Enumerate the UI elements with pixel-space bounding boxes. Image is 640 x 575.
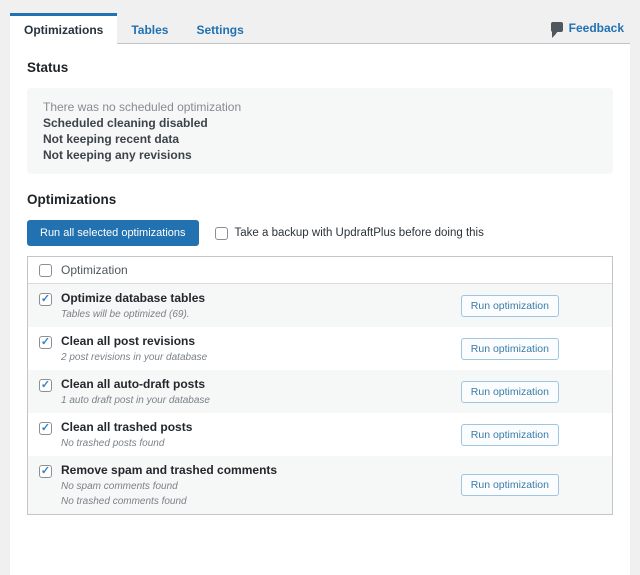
row-checkbox[interactable] <box>39 422 52 435</box>
optimization-note: No trashed posts found <box>61 438 451 449</box>
backup-checkbox[interactable] <box>215 227 228 240</box>
optimizations-table: Optimization Optimize database tables Tab… <box>27 256 613 515</box>
optimization-row: Clean all auto-draft posts 1 auto draft p… <box>28 370 612 413</box>
optimization-title: Clean all auto-draft posts <box>61 377 451 391</box>
run-optimization-button[interactable]: Run optimization <box>461 474 559 496</box>
optimization-title: Clean all trashed posts <box>61 420 451 434</box>
status-line: Not keeping recent data <box>43 131 597 147</box>
optimization-title: Clean all post revisions <box>61 334 451 348</box>
feedback-link[interactable]: Feedback <box>551 13 630 43</box>
optimizations-controls: Run all selected optimizations Take a ba… <box>27 220 613 246</box>
tab-bar: OptimizationsTablesSettings Feedback <box>10 13 630 44</box>
table-header-label: Optimization <box>52 263 128 277</box>
optimization-title: Remove spam and trashed comments <box>61 463 451 477</box>
optimization-row: Remove spam and trashed comments No spam … <box>28 456 612 514</box>
status-line: Not keeping any revisions <box>43 147 597 163</box>
row-checkbox[interactable] <box>39 379 52 392</box>
run-optimization-button[interactable]: Run optimization <box>461 381 559 403</box>
optimization-note: 1 auto draft post in your database <box>61 395 451 406</box>
status-box: There was no scheduled optimizationSched… <box>27 88 613 174</box>
status-line: Scheduled cleaning disabled <box>43 115 597 131</box>
optimization-note: No spam comments found <box>61 481 451 492</box>
optimization-title: Optimize database tables <box>61 291 451 305</box>
optimization-row: Optimize database tables Tables will be o… <box>28 284 612 327</box>
run-optimization-button[interactable]: Run optimization <box>461 338 559 360</box>
optimization-note: No trashed comments found <box>61 496 451 507</box>
tab-tables[interactable]: Tables <box>117 13 182 43</box>
status-line: There was no scheduled optimization <box>43 99 597 115</box>
wp-optimize-page: OptimizationsTablesSettings Feedback Sta… <box>0 0 640 575</box>
optimizations-heading: Optimizations <box>27 192 613 207</box>
feedback-label: Feedback <box>569 21 624 35</box>
backup-checkbox-row[interactable]: Take a backup with UpdraftPlus before do… <box>215 227 484 240</box>
optimization-row: Clean all trashed posts No trashed posts … <box>28 413 612 456</box>
row-checkbox[interactable] <box>39 465 52 478</box>
optimization-row: Clean all post revisions 2 post revisions… <box>28 327 612 370</box>
optimization-info: Optimize database tables Tables will be o… <box>52 291 461 320</box>
content-panel: Status There was no scheduled optimizati… <box>10 44 630 575</box>
row-checkbox[interactable] <box>39 293 52 306</box>
optimization-note: Tables will be optimized (69). <box>61 309 451 320</box>
run-all-selected-button[interactable]: Run all selected optimizations <box>27 220 199 246</box>
tab-list: OptimizationsTablesSettings <box>10 13 258 43</box>
table-header-row: Optimization <box>28 257 612 284</box>
row-checkbox[interactable] <box>39 336 52 349</box>
optimization-info: Clean all auto-draft posts 1 auto draft p… <box>52 377 461 406</box>
select-all-checkbox[interactable] <box>39 264 52 277</box>
status-heading: Status <box>27 60 613 75</box>
tab-optimizations[interactable]: Optimizations <box>10 13 117 44</box>
table-body: Optimize database tables Tables will be o… <box>28 284 612 514</box>
backup-checkbox-label: Take a backup with UpdraftPlus before do… <box>235 227 484 239</box>
tab-settings[interactable]: Settings <box>182 13 257 43</box>
optimization-info: Clean all post revisions 2 post revisions… <box>52 334 461 363</box>
optimization-note: 2 post revisions in your database <box>61 352 451 363</box>
speech-bubble-icon <box>551 22 563 32</box>
run-optimization-button[interactable]: Run optimization <box>461 295 559 317</box>
optimization-info: Clean all trashed posts No trashed posts … <box>52 420 461 449</box>
run-optimization-button[interactable]: Run optimization <box>461 424 559 446</box>
optimization-info: Remove spam and trashed comments No spam … <box>52 463 461 507</box>
